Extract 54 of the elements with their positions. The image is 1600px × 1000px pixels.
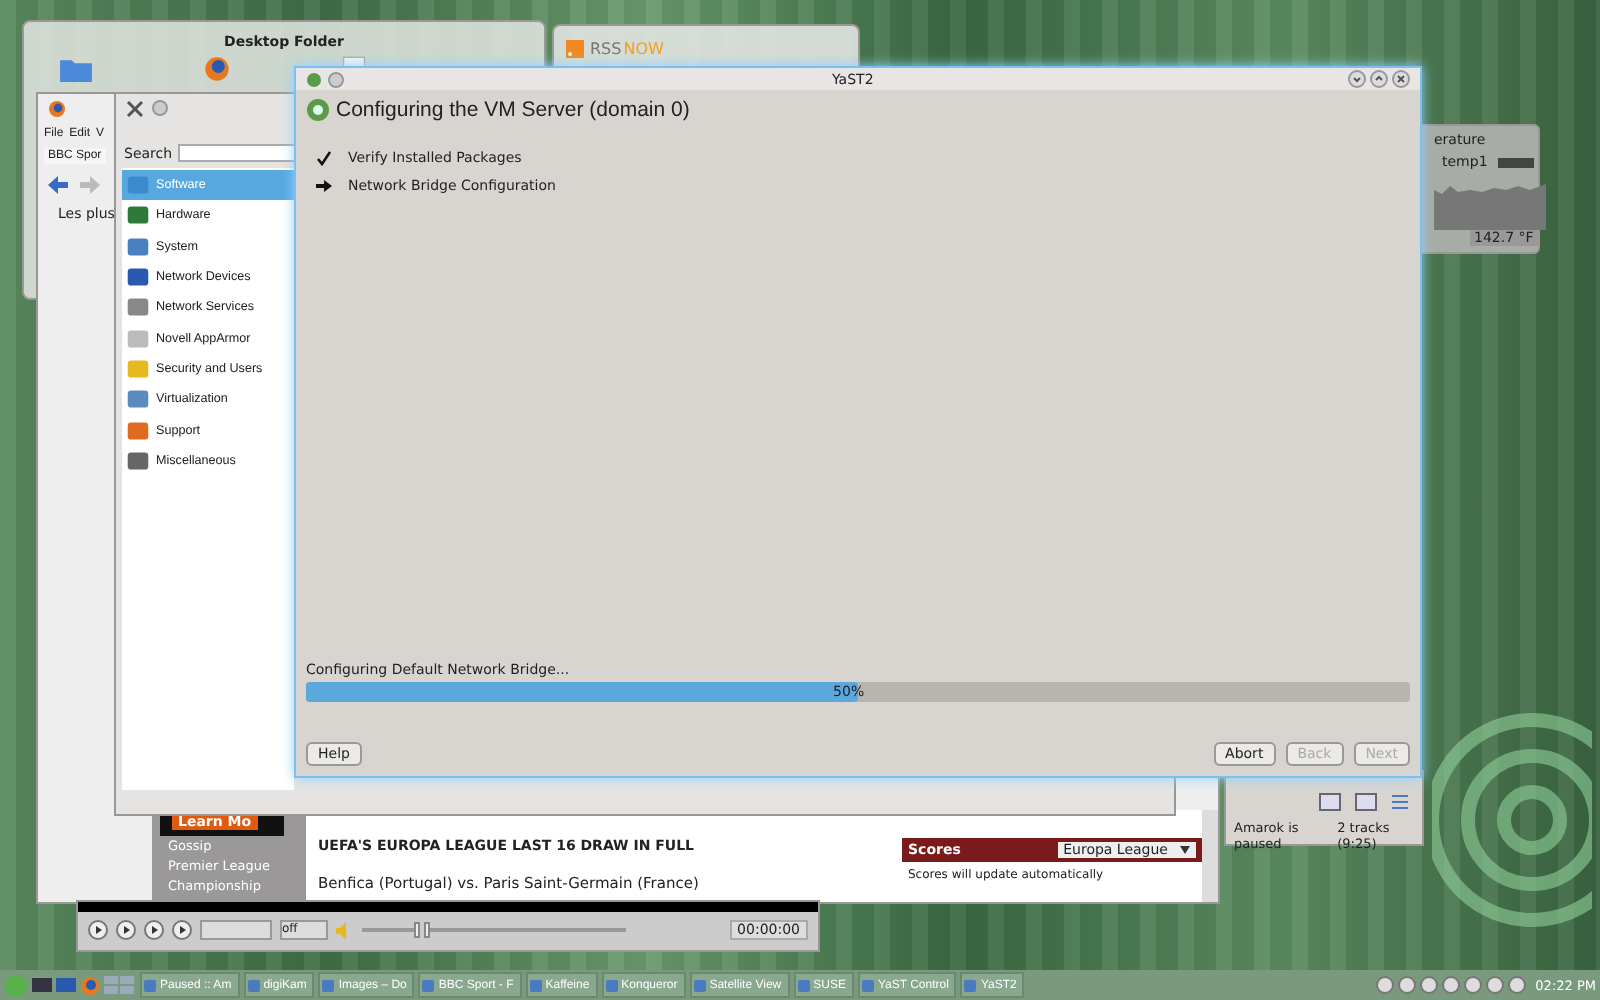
app-icon [306, 71, 322, 87]
playback-control-icon[interactable] [116, 920, 136, 940]
category-icon [126, 296, 150, 319]
back-arrow-icon[interactable] [48, 176, 68, 194]
category-icon [126, 204, 150, 227]
category-icon [126, 419, 150, 442]
globe-icon [48, 100, 66, 118]
app-icon [605, 979, 618, 991]
window-button-icon[interactable] [328, 71, 344, 87]
volume-slider-handle[interactable] [413, 922, 420, 938]
app-icon [247, 979, 260, 991]
caret-icon [1180, 846, 1190, 854]
folder-icon[interactable] [60, 56, 92, 82]
playback-control-icon[interactable] [88, 920, 108, 940]
rss-logo-text: RSS [590, 40, 622, 58]
category-icon [126, 174, 150, 197]
app-icon [322, 979, 335, 991]
toolbar-icon[interactable] [1354, 792, 1378, 812]
sensor-bar [1497, 157, 1534, 167]
category-icon [126, 449, 150, 472]
seek-slider-handle[interactable] [424, 922, 430, 938]
globe-icon[interactable] [80, 975, 100, 995]
app-icon [693, 979, 706, 991]
dialog-heading: Configuring the VM Server (domain 0) [336, 98, 690, 122]
rss-icon [566, 40, 584, 58]
app-icon [306, 98, 330, 122]
tools-icon [126, 100, 144, 118]
app-icon [422, 979, 435, 991]
category-icon [126, 388, 150, 411]
start-menu-icon[interactable] [4, 973, 28, 997]
toolbar-icon[interactable] [1318, 792, 1342, 812]
app-icon [144, 979, 156, 991]
monitor-icon[interactable] [56, 976, 76, 994]
globe-icon[interactable] [204, 56, 230, 82]
category-icon [126, 235, 150, 258]
app-icon [529, 979, 542, 991]
desktop-icon[interactable] [32, 976, 52, 994]
category-icon [126, 357, 150, 380]
check-icon [316, 150, 332, 166]
app-icon [964, 979, 977, 991]
list-icon[interactable] [1390, 792, 1410, 812]
category-icon [126, 327, 150, 350]
app-icon [861, 979, 874, 991]
close-icon[interactable] [1392, 70, 1410, 88]
category-icon [126, 266, 150, 289]
maximize-icon[interactable] [1370, 70, 1388, 88]
rss-logo-text: NOW [623, 40, 664, 58]
scrollbar[interactable] [1202, 810, 1218, 902]
playback-control-icon[interactable] [144, 920, 164, 940]
window-button-icon[interactable] [152, 100, 168, 116]
playback-control-icon[interactable] [172, 920, 192, 940]
minimize-icon[interactable] [1348, 70, 1366, 88]
app-icon [797, 979, 810, 991]
arrow-icon [316, 178, 332, 194]
